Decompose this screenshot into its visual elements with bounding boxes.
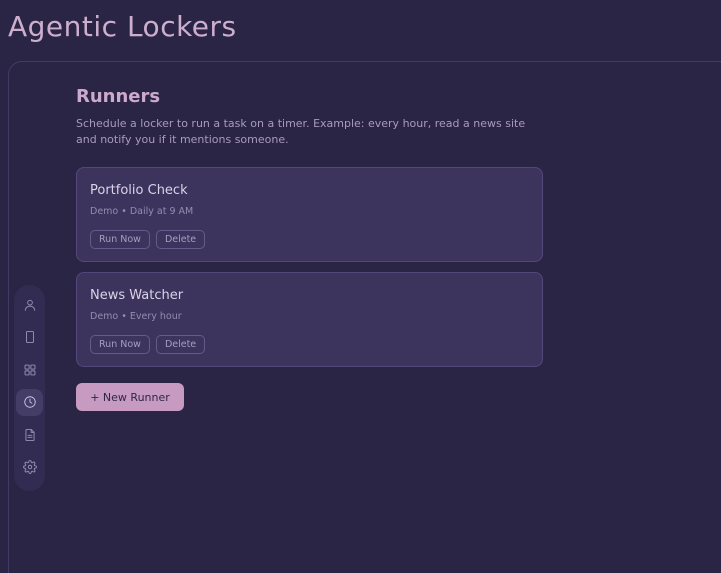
runners-page: Runners Schedule a locker to run a task … <box>76 86 546 411</box>
grid-icon <box>24 364 35 375</box>
run-now-button[interactable]: Run Now <box>90 335 150 354</box>
clock-icon <box>23 396 36 408</box>
runner-schedule: Demo • Every hour <box>90 311 182 322</box>
app-window: Agentic Lockers Runners Schedule a locke… <box>0 0 721 573</box>
page-title: Runners <box>76 86 161 107</box>
sidebar-item-settings[interactable] <box>16 454 43 481</box>
delete-button[interactable]: Delete <box>155 335 206 354</box>
phone-icon <box>25 330 34 344</box>
sidebar <box>14 285 45 491</box>
runner-actions: Run Now Delete <box>90 335 542 354</box>
runner-card-portfolio-check: Portfolio Check Demo • Daily at 9 AM Run… <box>76 167 543 262</box>
runner-name: News Watcher <box>90 288 184 303</box>
runner-card-news-watcher: News Watcher Demo • Every hour Run Now D… <box>76 272 543 367</box>
sidebar-item-device[interactable] <box>16 324 43 351</box>
runner-actions: Run Now Delete <box>90 230 542 249</box>
runner-name: Portfolio Check <box>90 183 188 198</box>
app-title: Agentic Lockers <box>8 10 237 43</box>
delete-button[interactable]: Delete <box>155 230 206 249</box>
runner-list: Portfolio Check Demo • Daily at 9 AM Run… <box>76 167 546 367</box>
run-now-button[interactable]: Run Now <box>90 230 150 249</box>
user-icon <box>24 299 35 311</box>
page-description: Schedule a locker to run a task on a tim… <box>76 117 526 146</box>
gear-icon <box>22 460 37 474</box>
runner-schedule: Demo • Daily at 9 AM <box>90 206 194 217</box>
sidebar-item-runners[interactable] <box>16 388 43 416</box>
sidebar-item-apps[interactable] <box>16 356 43 383</box>
sidebar-item-profile[interactable] <box>16 291 43 318</box>
document-icon <box>24 428 35 441</box>
sidebar-item-documents[interactable] <box>16 421 43 448</box>
new-runner-button[interactable]: + New Runner <box>76 383 184 411</box>
